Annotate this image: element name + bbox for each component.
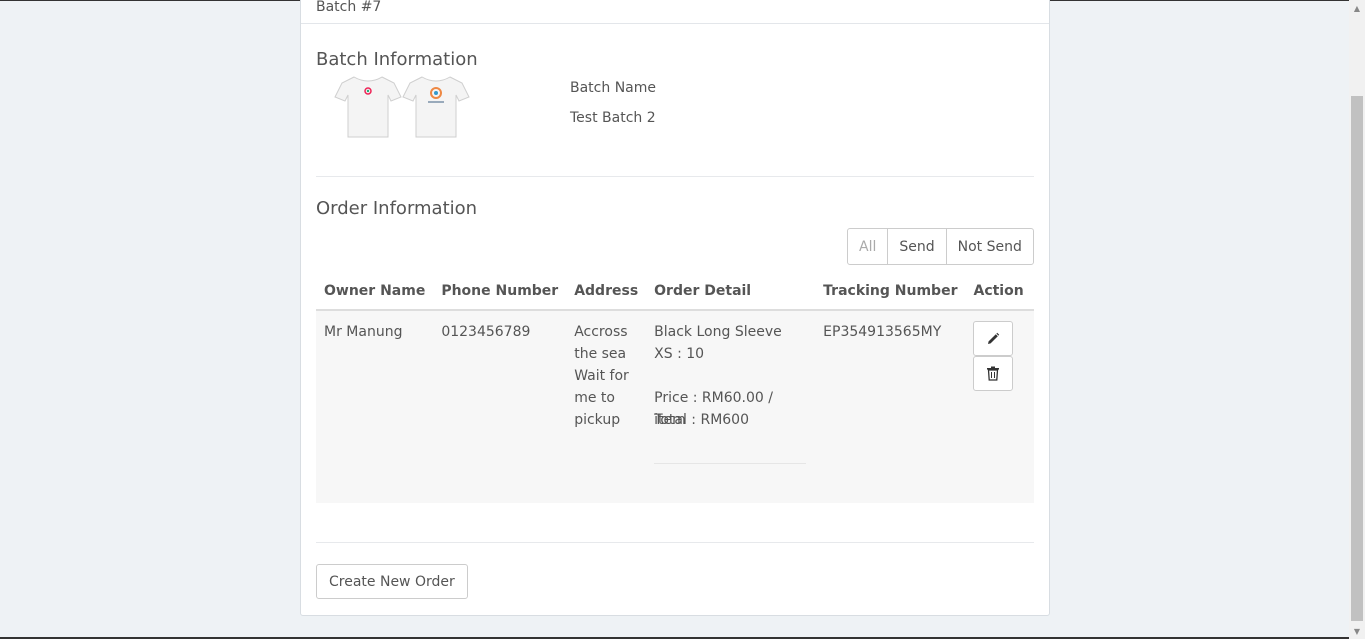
order-spacer (654, 365, 807, 387)
batch-name-value: Test Batch 2 (570, 110, 656, 126)
tshirt-front-icon (334, 76, 402, 138)
tracking-number-cell: EP354913565MY (815, 310, 966, 503)
action-cell (965, 310, 1034, 503)
owner-name-cell: Mr Manung (316, 310, 434, 503)
orders-table: Owner Name Phone Number Address Order De… (316, 273, 1034, 503)
order-detail-cell: Black Long Sleeve XS : 10 Price : RM60.0… (646, 310, 816, 503)
order-size: XS : 10 (654, 346, 705, 362)
create-new-order-button[interactable]: Create New Order (316, 564, 468, 599)
column-owner-name: Owner Name (316, 273, 434, 311)
detail-divider (654, 463, 807, 464)
scroll-up-arrow-icon[interactable]: ▲ (1349, 0, 1365, 16)
footer-divider (316, 542, 1034, 543)
batch-name-label: Batch Name (570, 80, 656, 96)
column-order-detail: Order Detail (646, 273, 816, 311)
column-action: Action (965, 273, 1034, 311)
order-total: Total : RM600 (654, 412, 749, 428)
column-tracking-number: Tracking Number (815, 273, 966, 311)
pencil-icon (988, 332, 1000, 344)
batch-card: Batch #7 Batch Information Batch Name Te… (300, 0, 1050, 616)
phone-number-cell: 0123456789 (433, 310, 567, 503)
address-cell: Accross the sea Wait for me to pickup (566, 310, 647, 503)
vertical-scrollbar[interactable]: ▲ ▼ (1349, 0, 1365, 639)
order-item: Black Long Sleeve (654, 324, 782, 340)
table-row: Mr Manung 0123456789 Accross the sea Wai… (316, 310, 1034, 503)
filter-send-button[interactable]: Send (887, 228, 947, 265)
scroll-down-arrow-icon[interactable]: ▼ (1349, 623, 1365, 639)
column-address: Address (566, 273, 647, 311)
filter-all-button[interactable]: All (847, 228, 889, 265)
divider (316, 176, 1034, 177)
scroll-thumb[interactable] (1351, 96, 1363, 621)
column-phone-number: Phone Number (433, 273, 567, 311)
batch-title: Batch #7 (316, 0, 382, 15)
batch-information-title: Batch Information (316, 49, 478, 70)
order-price: Price : RM60.00 / item (654, 390, 773, 428)
delete-button[interactable] (973, 356, 1014, 391)
trash-icon (987, 366, 1000, 381)
edit-button[interactable] (973, 321, 1014, 356)
table-header-row: Owner Name Phone Number Address Order De… (316, 273, 1034, 311)
order-information-title: Order Information (316, 198, 478, 219)
tshirt-back-icon (402, 76, 470, 138)
order-filter-group: All Send Not Send (847, 228, 1034, 265)
filter-not-send-button[interactable]: Not Send (945, 228, 1034, 265)
card-header: Batch #7 (301, 0, 1049, 24)
